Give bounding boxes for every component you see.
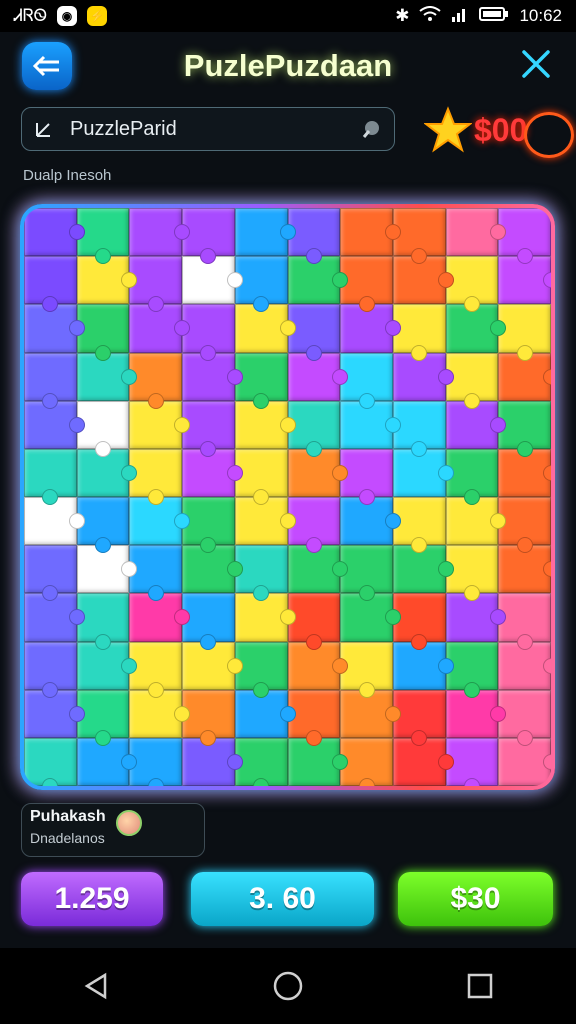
- player-subtitle: Dnadelanos: [30, 830, 105, 846]
- nav-recents-button[interactable]: [460, 966, 500, 1006]
- puzzle-piece[interactable]: [340, 448, 393, 506]
- puzzle-piece[interactable]: [498, 689, 551, 747]
- puzzle-piece[interactable]: [129, 641, 183, 698]
- puzzle-board: [20, 204, 555, 790]
- puzzle-piece[interactable]: [340, 208, 401, 257]
- signal-icon: [451, 6, 469, 27]
- player-name: Puhakash: [30, 808, 106, 825]
- puzzle-piece[interactable]: [498, 400, 551, 458]
- star-icon: [424, 106, 472, 153]
- close-button[interactable]: [518, 46, 554, 82]
- nav-bar: [0, 948, 576, 1024]
- puzzle-piece[interactable]: [340, 256, 393, 313]
- recents-square-icon: [467, 973, 493, 999]
- puzzle-piece[interactable]: [340, 545, 393, 602]
- nav-back-button[interactable]: [76, 966, 116, 1006]
- status-carrier-text: ᏗᏒᏫ: [14, 6, 48, 25]
- page-title: PuzlePuzdaan: [183, 48, 393, 83]
- top-bar: PuzlePuzdaan: [0, 38, 576, 98]
- battery-icon: [479, 6, 509, 27]
- puzzle-grid[interactable]: [24, 208, 551, 786]
- puzzle-piece[interactable]: [129, 737, 183, 786]
- clock-text: 10:62: [519, 6, 562, 25]
- purple-score-button[interactable]: 1.259: [21, 872, 163, 926]
- status-bar: ᏗᏒᏫ ◉ ⚡ ✱ 10:62: [0, 0, 576, 32]
- app-notification-icon: ⚡: [87, 6, 108, 26]
- puzzle-piece[interactable]: [498, 497, 551, 554]
- edit-icon: [34, 118, 56, 140]
- puzzle-piece[interactable]: [445, 208, 506, 257]
- puzzle-piece[interactable]: [129, 352, 183, 409]
- puzzle-piece[interactable]: [234, 208, 296, 257]
- puzzle-piece[interactable]: [129, 256, 183, 313]
- vibrate-icon: ✱: [395, 6, 410, 25]
- home-circle-icon: [273, 971, 303, 1001]
- puzzle-piece[interactable]: [340, 737, 393, 786]
- board-subtitle: Dualp Inesoh: [23, 167, 112, 184]
- brush-icon[interactable]: [360, 118, 382, 140]
- status-right: ✱ 10:62: [395, 5, 562, 27]
- puzzle-piece[interactable]: [129, 545, 183, 602]
- triangle-back-icon: [84, 972, 107, 1000]
- puzzle-piece[interactable]: [340, 352, 393, 409]
- avatar: [116, 810, 142, 836]
- puzzle-piece[interactable]: [340, 641, 393, 698]
- puzzle-piece[interactable]: [24, 641, 77, 698]
- close-icon: [522, 50, 550, 78]
- search-field[interactable]: PuzzleParid: [21, 107, 395, 151]
- puzzle-piece[interactable]: [24, 352, 77, 409]
- puzzle-piece[interactable]: [498, 208, 551, 265]
- coin-value: $00: [474, 111, 528, 148]
- puzzle-piece[interactable]: [24, 737, 77, 786]
- puzzle-piece[interactable]: [24, 208, 85, 257]
- nav-home-button[interactable]: [268, 966, 308, 1006]
- puzzle-piece[interactable]: [129, 208, 190, 257]
- puzzle-piece[interactable]: [498, 304, 551, 361]
- puzzle-piece[interactable]: [24, 256, 77, 313]
- coin-counter: $00: [424, 104, 574, 158]
- wifi-icon: [419, 5, 442, 27]
- search-input-text: PuzzleParid: [70, 117, 177, 140]
- coin-ring: [524, 112, 574, 158]
- puzzle-piece[interactable]: [24, 448, 77, 506]
- status-left: ᏗᏒᏫ ◉ ⚡: [14, 6, 108, 26]
- cyan-score-button[interactable]: 3. 60: [191, 872, 374, 926]
- puzzle-piece[interactable]: [24, 545, 77, 602]
- player-card: Puhakash Dnadelanos: [21, 803, 205, 857]
- puzzle-piece[interactable]: [498, 593, 551, 650]
- green-price-button[interactable]: $30: [398, 872, 553, 926]
- puzzle-piece[interactable]: [129, 448, 183, 506]
- notification-icon: ◉: [57, 6, 78, 26]
